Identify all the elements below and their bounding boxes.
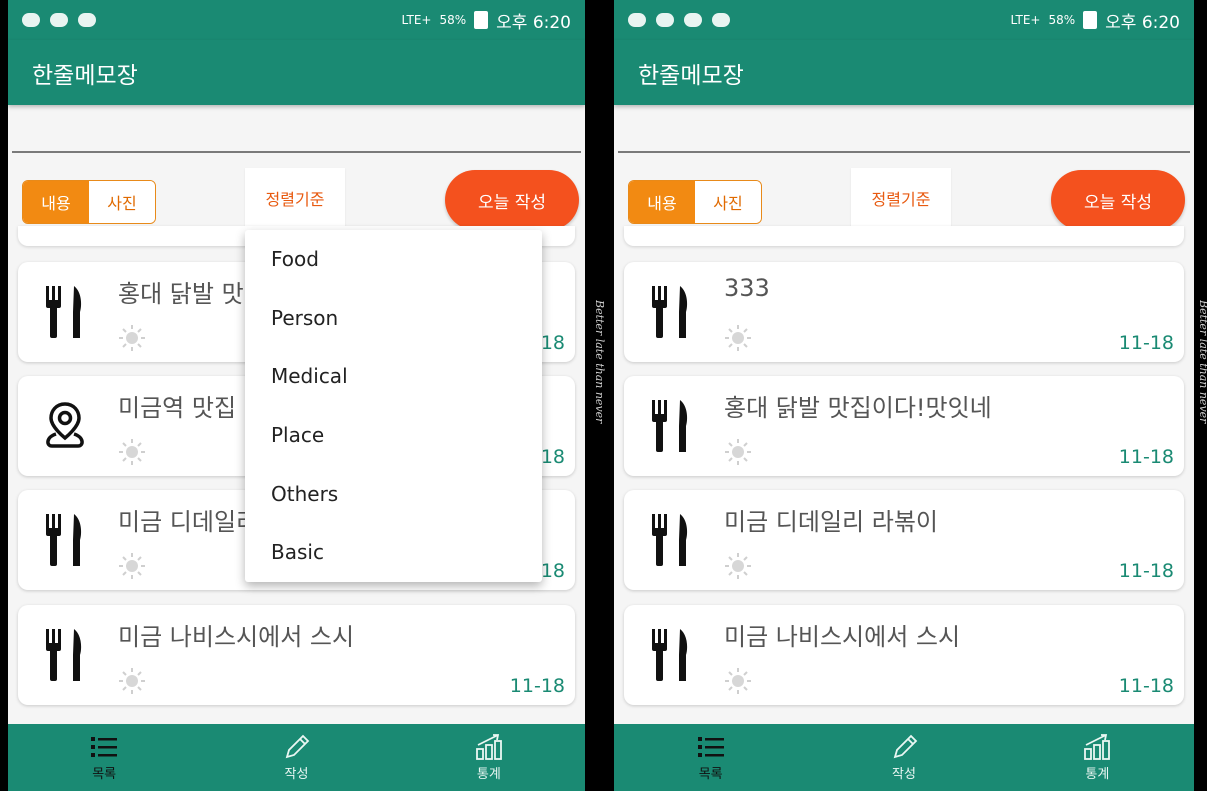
list-item[interactable]: 홍대 닭발 맛집이다!맛잇네 11-18 <box>624 376 1184 476</box>
sort-option-basic[interactable]: Basic <box>245 523 542 582</box>
notification-icons <box>22 13 96 27</box>
memo-title: 333 <box>724 274 770 302</box>
fork-knife-icon <box>650 284 692 340</box>
search-input[interactable] <box>618 151 1190 153</box>
memo-date: 11-18 <box>509 675 565 697</box>
network-indicator: LTE+ <box>401 13 432 27</box>
bottom-nav: 목록 작성 통계 <box>8 724 585 791</box>
memo-title: 미금역 맛집 <box>118 394 237 422</box>
nav-stats[interactable]: 통계 <box>393 724 585 791</box>
write-today-button[interactable]: 오늘 작성 <box>1051 170 1185 230</box>
battery-percent: 58% <box>1048 13 1076 27</box>
memo-title: 미금 나비스시에서 스시 <box>724 623 961 651</box>
sun-icon <box>118 438 146 466</box>
fork-knife-icon <box>650 512 692 568</box>
image-icon <box>684 13 702 27</box>
sun-icon <box>724 324 752 352</box>
list-item[interactable]: 333 11-18 <box>624 262 1184 362</box>
list-item[interactable]: 미금 디데일리 라볶이 11-18 <box>624 490 1184 590</box>
bottom-nav: 목록 작성 통계 <box>614 724 1194 791</box>
chat-icon <box>78 13 96 27</box>
sort-option-others[interactable]: Others <box>245 464 542 523</box>
battery-percent: 58% <box>439 13 467 27</box>
content-photo-toggle[interactable]: 내용 사진 <box>22 180 156 224</box>
watermark-text: Better late than never <box>1197 300 1207 424</box>
toggle-photo[interactable]: 사진 <box>695 181 761 223</box>
toggle-content[interactable]: 내용 <box>23 181 89 223</box>
sort-option-food[interactable]: Food <box>245 230 542 289</box>
status-bar: LTE+ 58% 오후 6:20 <box>614 0 1194 40</box>
toggle-content[interactable]: 내용 <box>629 181 695 223</box>
map-pin-icon <box>44 398 86 454</box>
nav-write-label: 작성 <box>892 767 916 782</box>
notification-icon <box>50 13 68 27</box>
sort-dropdown-menu: Food Person Medical Place Others Basic <box>245 230 542 582</box>
content-photo-toggle[interactable]: 내용 사진 <box>628 180 762 224</box>
chart-icon <box>474 733 504 761</box>
memo-date: 11-18 <box>1118 446 1174 468</box>
search-input[interactable] <box>12 151 581 153</box>
nav-list[interactable]: 목록 <box>614 724 807 791</box>
list-icon <box>696 733 726 761</box>
nav-write[interactable]: 작성 <box>807 724 1000 791</box>
notification-icons <box>628 13 730 27</box>
write-today-button[interactable]: 오늘 작성 <box>445 170 579 230</box>
clock: 오후 6:20 <box>1105 12 1180 33</box>
nav-list-label: 목록 <box>92 767 117 782</box>
clock: 오후 6:20 <box>496 12 571 33</box>
notification-icon <box>22 13 40 27</box>
memo-date: 11-18 <box>1118 332 1174 354</box>
sun-icon <box>724 438 752 466</box>
sort-button[interactable]: 정렬기준 <box>245 168 345 228</box>
battery-icon <box>1083 11 1098 29</box>
sort-option-person[interactable]: Person <box>245 289 542 348</box>
screen-left: LTE+ 58% 오후 6:20 한줄메모장 내용 사진 정렬기준 오늘 작성 … <box>8 0 585 791</box>
status-bar: LTE+ 58% 오후 6:20 <box>8 0 585 40</box>
memo-title: 미금 디데일리 라볶이 <box>724 508 938 536</box>
memo-date: 11-18 <box>1118 560 1174 582</box>
list-item[interactable]: 미금 나비스시에서 스시 11-18 <box>624 605 1184 705</box>
sort-button[interactable]: 정렬기준 <box>851 168 951 228</box>
nav-stats-label: 통계 <box>476 767 501 782</box>
sort-option-place[interactable]: Place <box>245 406 542 465</box>
pencil-icon <box>281 733 311 761</box>
nav-write[interactable]: 작성 <box>200 724 392 791</box>
notification-icon <box>628 13 646 27</box>
fork-knife-icon <box>44 284 86 340</box>
fork-knife-icon <box>650 398 692 454</box>
nav-stats-label: 통계 <box>1085 767 1110 782</box>
sun-icon <box>118 324 146 352</box>
notification-icon <box>656 13 674 27</box>
watermark-text: Better late than never <box>593 300 606 424</box>
sun-icon <box>118 667 146 695</box>
toggle-photo[interactable]: 사진 <box>89 181 155 223</box>
pencil-icon <box>889 733 919 761</box>
nav-write-label: 작성 <box>284 767 309 782</box>
list-item[interactable]: 미금 나비스시에서 스시 11-18 <box>18 605 575 705</box>
nav-list[interactable]: 목록 <box>8 724 200 791</box>
app-title: 한줄메모장 <box>32 62 138 89</box>
nav-stats[interactable]: 통계 <box>1001 724 1194 791</box>
fork-knife-icon <box>44 627 86 683</box>
sort-option-medical[interactable]: Medical <box>245 347 542 406</box>
app-title: 한줄메모장 <box>638 62 744 89</box>
chart-icon <box>1082 733 1112 761</box>
nav-list-label: 목록 <box>698 767 723 782</box>
sun-icon <box>724 667 752 695</box>
fork-knife-icon <box>44 512 86 568</box>
list-item[interactable] <box>624 226 1184 246</box>
memo-title: 홍대 닭발 맛집이다!맛잇네 <box>724 394 992 422</box>
battery-icon <box>474 11 489 29</box>
screen-right: LTE+ 58% 오후 6:20 한줄메모장 내용 사진 정렬기준 오늘 작성 … <box>614 0 1194 791</box>
list-icon <box>89 733 119 761</box>
sun-icon <box>724 552 752 580</box>
fork-knife-icon <box>650 627 692 683</box>
app-bar: 한줄메모장 <box>8 40 585 105</box>
chat-icon <box>712 13 730 27</box>
sun-icon <box>118 552 146 580</box>
network-indicator: LTE+ <box>1010 13 1041 27</box>
memo-date: 11-18 <box>1118 675 1174 697</box>
app-bar: 한줄메모장 <box>614 40 1194 105</box>
memo-title: 미금 나비스시에서 스시 <box>118 623 355 651</box>
